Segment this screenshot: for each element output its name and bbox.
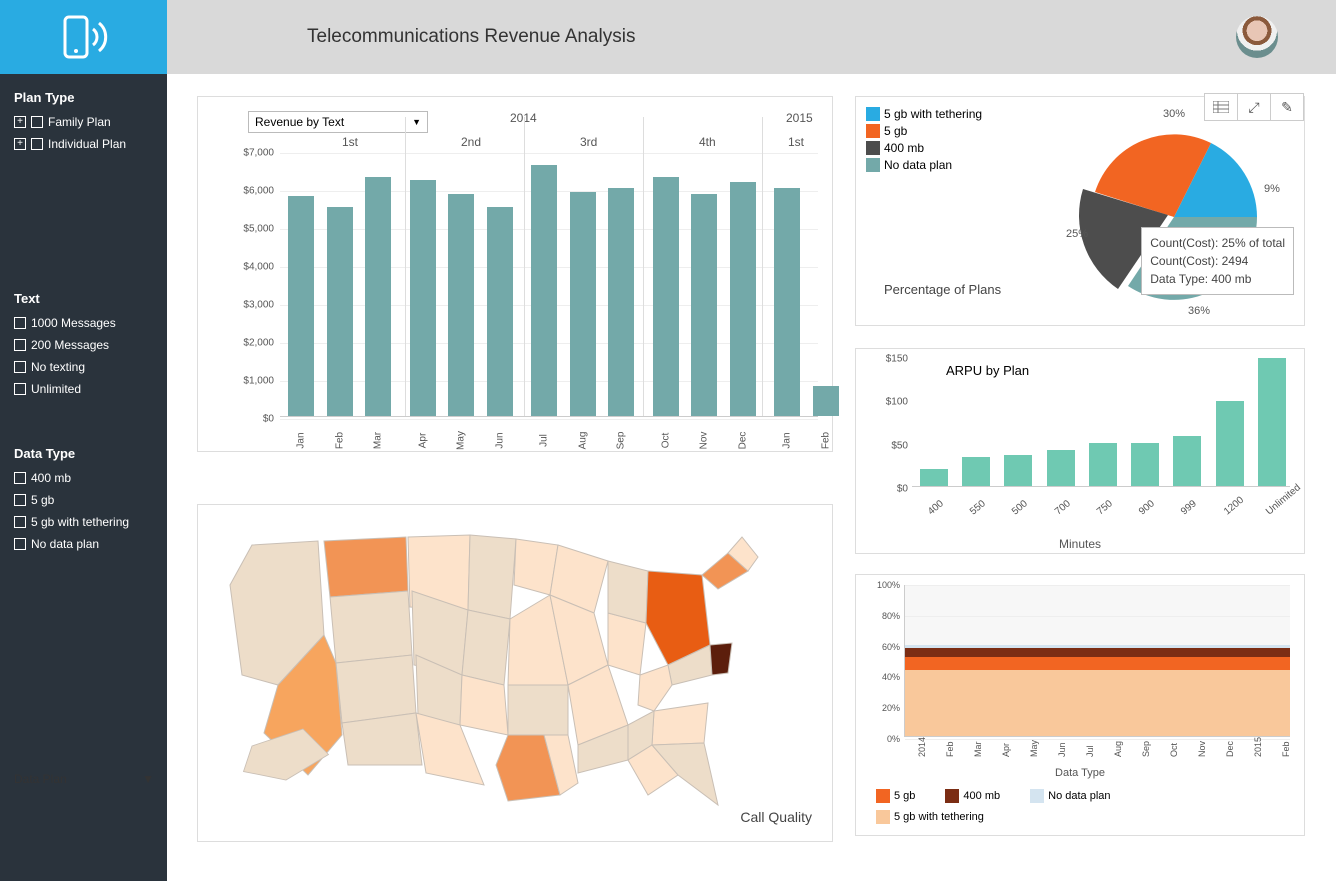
filter-plan-type: Plan Type +Family Plan +Individual Plan xyxy=(14,90,153,151)
filter-item[interactable]: 5 gb with tethering xyxy=(14,515,153,529)
sidebar: Plan Type +Family Plan +Individual Plan … xyxy=(0,74,167,881)
quarter-label: 3rd xyxy=(580,135,597,149)
pie-label: 36% xyxy=(1188,305,1210,317)
filter-item[interactable]: Unlimited xyxy=(14,382,153,396)
expand-icon[interactable]: + xyxy=(14,116,26,128)
checkbox[interactable] xyxy=(31,138,43,150)
revenue-metric-select[interactable]: Revenue by Text▼ xyxy=(248,111,428,133)
net-xlabel: Data Type xyxy=(1055,767,1105,779)
app-logo xyxy=(0,0,167,74)
net-legend: 5 gb 400 mb No data plan 5 gb with tethe… xyxy=(876,789,1294,827)
arpu-chart: ARPU by Plan $0$50$100$150 4005505007007… xyxy=(855,348,1305,554)
data-plan-select[interactable]: Data Plan▼ xyxy=(14,772,154,786)
quarter-label: 4th xyxy=(699,135,716,149)
revenue-chart: Revenue by Text▼ 2014 2015 1st 2nd 3rd 4… xyxy=(197,96,833,452)
filter-item[interactable]: +Individual Plan xyxy=(14,137,153,151)
header: Telecommunications Revenue Analysis xyxy=(167,0,1336,74)
main: Revenue by Text▼ 2014 2015 1st 2nd 3rd 4… xyxy=(167,74,1336,881)
filter-item[interactable]: No data plan xyxy=(14,537,153,551)
filter-item[interactable]: 1000 Messages xyxy=(14,316,153,330)
checkbox[interactable] xyxy=(14,339,26,351)
page-title: Telecommunications Revenue Analysis xyxy=(307,26,635,48)
checkbox[interactable] xyxy=(14,383,26,395)
arpu-xlabel: Minutes xyxy=(1059,537,1101,551)
map-title: Call Quality xyxy=(740,809,812,825)
checkbox[interactable] xyxy=(31,116,43,128)
quarter-label: 2nd xyxy=(461,135,481,149)
percentage-plans-chart: ⤢ ✎ 5 gb with tethering 5 gb 400 mb No d… xyxy=(855,96,1305,326)
svg-text:9%: 9% xyxy=(1264,183,1280,195)
filter-title: Data Type xyxy=(14,446,153,461)
svg-text:25%: 25% xyxy=(1066,228,1088,240)
map-svg xyxy=(208,515,788,825)
filter-text: Text 1000 Messages 200 Messages No texti… xyxy=(14,291,153,396)
filter-item[interactable]: No texting xyxy=(14,360,153,374)
filter-data-type: Data Type 400 mb 5 gb 5 gb with tetherin… xyxy=(14,446,153,551)
chevron-down-icon: ▼ xyxy=(412,117,421,127)
filter-item[interactable]: 400 mb xyxy=(14,471,153,485)
checkbox[interactable] xyxy=(14,538,26,550)
checkbox[interactable] xyxy=(14,494,26,506)
checkbox[interactable] xyxy=(14,361,26,373)
checkbox[interactable] xyxy=(14,472,26,484)
filter-item[interactable]: 5 gb xyxy=(14,493,153,507)
pie-legend: 5 gb with tethering 5 gb 400 mb No data … xyxy=(866,107,982,175)
network-utilization-chart: Network Utilization 0%20%40%60%80%100% 2… xyxy=(855,574,1305,836)
svg-text:30%: 30% xyxy=(1163,108,1185,120)
filter-title: Text xyxy=(14,291,153,306)
filter-item[interactable]: 200 Messages xyxy=(14,338,153,352)
year-label: 2015 xyxy=(786,111,813,125)
avatar[interactable] xyxy=(1236,16,1278,58)
tooltip: Count(Cost): 25% of total Count(Cost): 2… xyxy=(1141,227,1294,295)
filter-title: Plan Type xyxy=(14,90,153,105)
quarter-label: 1st xyxy=(788,135,804,149)
chevron-down-icon: ▼ xyxy=(142,772,154,786)
expand-icon[interactable]: + xyxy=(14,138,26,150)
checkbox[interactable] xyxy=(14,317,26,329)
pie-title: Percentage of Plans xyxy=(884,282,1001,297)
checkbox[interactable] xyxy=(14,516,26,528)
call-quality-map: Call Quality xyxy=(197,504,833,842)
quarter-label: 1st xyxy=(342,135,358,149)
filter-item[interactable]: +Family Plan xyxy=(14,115,153,129)
